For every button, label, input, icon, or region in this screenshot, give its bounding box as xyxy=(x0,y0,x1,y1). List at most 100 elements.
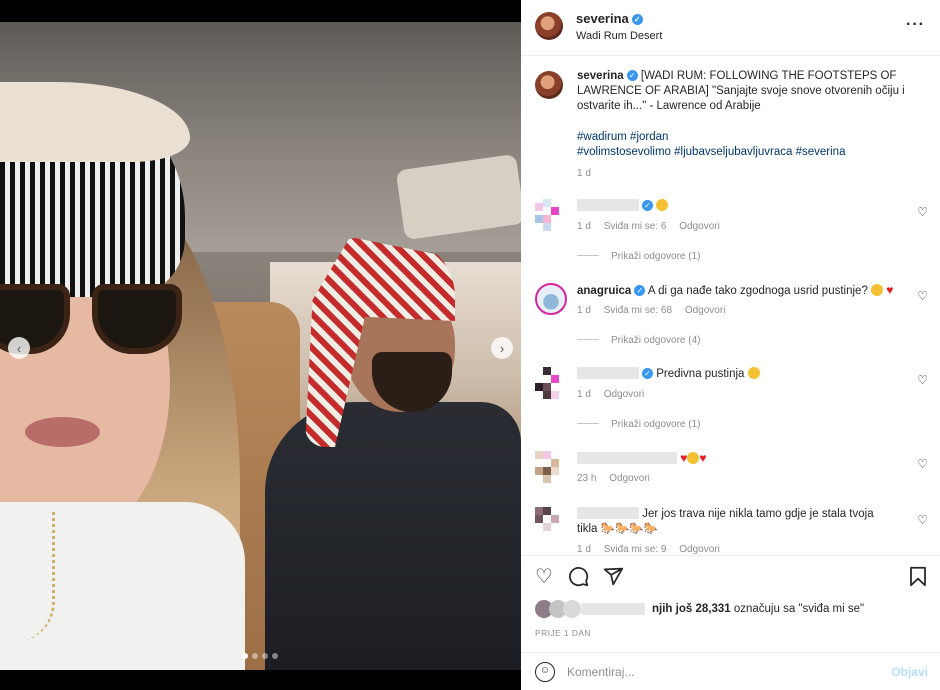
comment-item: ✓ 1 d Sviđa mi se: 6 Odgovori Prikaži od… xyxy=(535,199,940,279)
liker-username[interactable] xyxy=(581,603,645,615)
add-comment-bar: ☺ Objavi xyxy=(521,652,940,690)
reply-button[interactable]: Odgovori xyxy=(685,305,726,316)
hashtags-line[interactable]: #volimstosevolimo #ljubavseljubavljuvrac… xyxy=(577,146,845,158)
comment-like-heart-icon[interactable]: ♡ xyxy=(917,373,928,387)
star-eyes-emoji-icon xyxy=(747,367,760,379)
comment-time: 1 d xyxy=(577,544,591,554)
comment-meta: 1 d Sviđa mi se: 68 Odgovori xyxy=(577,305,735,316)
avatar[interactable] xyxy=(535,283,567,315)
comment-username[interactable] xyxy=(577,452,677,464)
comment-like-heart-icon[interactable]: ♡ xyxy=(917,513,928,527)
avatar[interactable] xyxy=(535,507,567,539)
star-eyes-emoji-icon xyxy=(656,199,669,211)
carousel-next-button[interactable]: › xyxy=(491,337,513,359)
bookmark-svg xyxy=(910,566,926,587)
man-jacket xyxy=(265,402,521,670)
likes-summary[interactable]: njih još 28,331 označuju sa "sviđa mi se… xyxy=(535,600,935,620)
emoji-picker-icon[interactable]: ☺ xyxy=(535,662,555,682)
post-author[interactable]: severina ✓ xyxy=(576,11,643,26)
comment-body: Jer jos trava nije nikla tamo gdje je st… xyxy=(577,507,907,537)
post-photo[interactable] xyxy=(0,22,521,670)
comment-item: Jer jos trava nije nikla tamo gdje je st… xyxy=(535,507,940,554)
post-sidebar: severina ✓ Wadi Rum Desert ··· severina ✓ … xyxy=(521,0,940,690)
view-replies-button[interactable]: Prikaži odgovore (1) xyxy=(577,251,700,262)
like-heart-icon[interactable]: ♡ xyxy=(535,566,553,588)
star-eyes-emoji-icon xyxy=(687,452,700,464)
reply-button[interactable]: Odgovori xyxy=(609,473,650,484)
comment-like-heart-icon[interactable]: ♡ xyxy=(917,289,928,303)
comment-username[interactable] xyxy=(577,199,639,211)
username[interactable]: severina xyxy=(576,11,629,26)
view-replies-button[interactable]: Prikaži odgovore (1) xyxy=(577,419,700,430)
verified-badge-icon: ✓ xyxy=(642,200,653,211)
avatar[interactable] xyxy=(535,367,567,399)
red-heart-emoji-icon: ♥ xyxy=(680,451,688,465)
comment-item: ✓ Predivna pustinja 1 d Odgovori Prikaži… xyxy=(535,367,940,447)
more-options-icon[interactable]: ··· xyxy=(906,16,925,34)
comment-username[interactable] xyxy=(577,367,639,379)
comment-username[interactable] xyxy=(577,507,639,519)
likes-prefix: njih još xyxy=(652,603,693,615)
comment-time: 1 d xyxy=(577,305,591,316)
comments-section[interactable]: severina ✓ [WADI RUM: FOLLOWING THE FOOTS… xyxy=(521,57,940,554)
comment-body: ♥ ♥ xyxy=(577,451,907,467)
comment-meta: 1 d Sviđa mi se: 6 Odgovori xyxy=(577,221,730,232)
post-actions: ♡ njih još 28,331 označuju sa "sviđa mi … xyxy=(521,555,940,690)
caption-text: severina ✓ [WADI RUM: FOLLOWING THE FOOTS… xyxy=(577,69,912,181)
verified-badge-icon: ✓ xyxy=(631,14,643,25)
carousel-dots xyxy=(242,653,278,659)
verified-badge-icon: ✓ xyxy=(642,368,653,379)
carousel-dot xyxy=(272,653,278,659)
red-heart-emoji-icon: ♥ xyxy=(699,451,707,465)
avatar[interactable] xyxy=(535,451,567,483)
reply-button[interactable]: Odgovori xyxy=(604,389,645,400)
carousel-dot xyxy=(252,653,258,659)
carousel-dot xyxy=(242,653,248,659)
carousel-prev-button[interactable]: ‹ xyxy=(8,337,30,359)
verified-badge-icon: ✓ xyxy=(634,285,646,296)
comment-likes[interactable]: Sviđa mi se: 9 xyxy=(604,544,667,554)
comment-username[interactable]: anagruica xyxy=(577,285,631,297)
likes-text: njih još 28,331 označuju sa "sviđa mi se… xyxy=(652,603,864,615)
laughing-emoji-icon xyxy=(871,284,884,296)
chevron-right-icon: › xyxy=(499,340,505,356)
comment-input[interactable] xyxy=(567,661,867,683)
verified-badge-icon: ✓ xyxy=(626,70,638,81)
share-icon[interactable] xyxy=(603,566,624,592)
comment-meta: 23 h Odgovori xyxy=(577,473,660,484)
avatar[interactable] xyxy=(535,199,567,231)
caption-tags: #wadirum #jordan #volimstosevolimo #ljub… xyxy=(577,130,912,160)
sunglasses-lens-right xyxy=(92,284,182,354)
avatar[interactable] xyxy=(535,71,563,99)
post-date: PRIJE 1 DAN xyxy=(535,628,591,638)
chevron-left-icon: ‹ xyxy=(16,340,22,356)
comment-text: Jer jos trava nije nikla tamo gdje je st… xyxy=(642,508,874,520)
comment-time: 23 h xyxy=(577,473,597,484)
comment-item: anagruica ✓ A di ga nađe tako zgodnoga us… xyxy=(535,283,940,363)
comment-icon[interactable] xyxy=(568,566,589,592)
comment-body: anagruica ✓ A di ga nađe tako zgodnoga us… xyxy=(577,283,907,299)
comment-like-heart-icon[interactable]: ♡ xyxy=(917,205,928,219)
avatar[interactable] xyxy=(535,12,563,40)
comment-bubble-svg xyxy=(569,567,589,587)
comment-likes[interactable]: Sviđa mi se: 6 xyxy=(604,221,667,232)
view-replies-button[interactable]: Prikaži odgovore (4) xyxy=(577,335,700,346)
caption-time: 1 d xyxy=(577,168,591,179)
comment-like-heart-icon[interactable]: ♡ xyxy=(917,457,928,471)
hashtags-line[interactable]: #wadirum #jordan xyxy=(577,131,668,143)
reply-button[interactable]: Odgovori xyxy=(679,221,720,232)
avatar xyxy=(563,600,581,618)
comment-time: 1 d xyxy=(577,389,591,400)
reply-button[interactable]: Odgovori xyxy=(679,544,720,554)
comment-text: tikla xyxy=(577,523,598,535)
bookmark-icon[interactable] xyxy=(909,566,927,592)
likes-count[interactable]: 28,331 xyxy=(695,603,730,615)
comment-likes[interactable]: Sviđa mi se: 68 xyxy=(604,305,672,316)
post-media: ‹ › xyxy=(0,0,521,690)
post-location[interactable]: Wadi Rum Desert xyxy=(576,30,662,42)
comment-time: 1 d xyxy=(577,221,591,232)
comment-body: ✓ xyxy=(577,199,907,214)
story-ring xyxy=(535,283,567,315)
caption-username[interactable]: severina xyxy=(577,70,624,82)
post-comment-button[interactable]: Objavi xyxy=(891,665,928,679)
